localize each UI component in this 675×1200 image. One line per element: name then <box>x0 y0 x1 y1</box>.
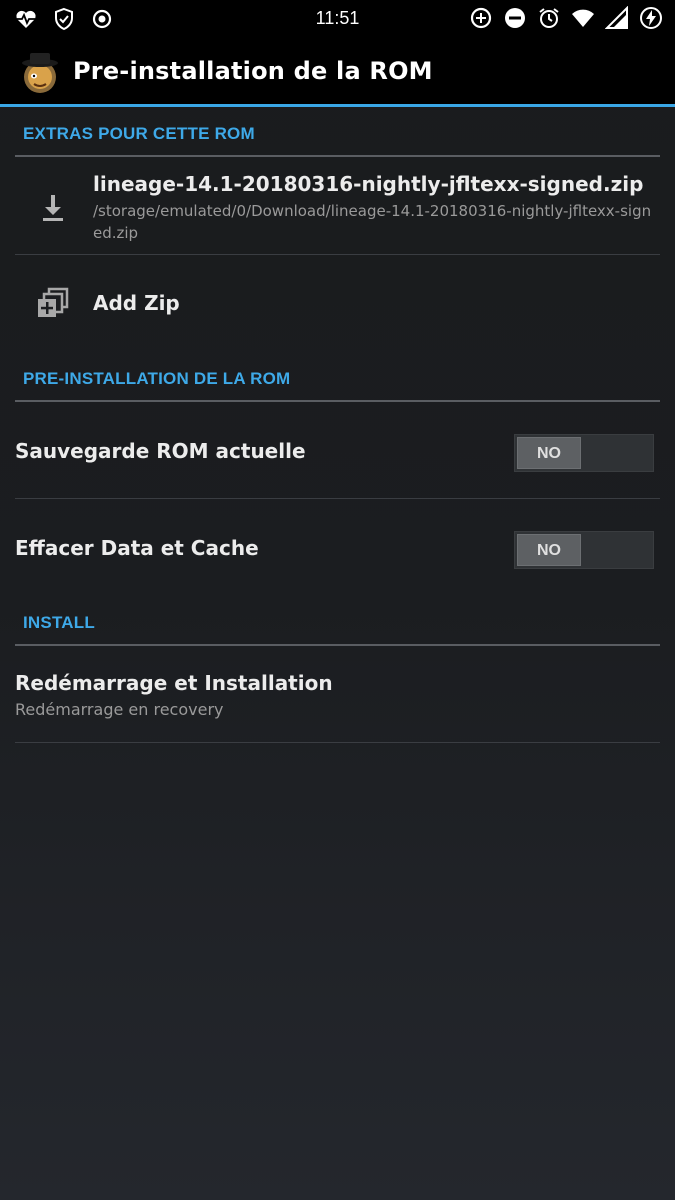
toggle-thumb: NO <box>517 437 581 469</box>
backup-rom-label: Sauvegarde ROM actuelle <box>15 439 306 463</box>
status-bar: 11:51 <box>0 0 675 38</box>
toggle-thumb: NO <box>517 534 581 566</box>
signal-icon <box>605 6 628 29</box>
wifi-icon <box>572 9 594 27</box>
section-title-install: INSTALL <box>23 613 95 632</box>
section-header-preinstall: PRE-INSTALLATION DE LA ROM <box>15 358 660 402</box>
zip-list-item[interactable]: lineage-14.1-20180316-nightly-jfltexx-si… <box>15 160 660 254</box>
toggle-state-text: NO <box>537 445 561 462</box>
download-icon <box>43 195 63 221</box>
divider <box>15 254 660 255</box>
battery-charging-icon <box>640 7 662 29</box>
backup-rom-toggle[interactable]: NO <box>514 434 654 472</box>
clockwork-app-logo <box>22 53 58 93</box>
screen: 11:51 Pre-installation de la ROM EXTRAS … <box>0 0 675 1200</box>
action-bar: Pre-installation de la ROM <box>0 38 675 107</box>
reboot-install-subtitle: Redémarrage en recovery <box>15 700 224 719</box>
add-zip-button[interactable]: Add Zip <box>15 256 660 348</box>
add-to-queue-icon <box>38 287 69 317</box>
divider <box>15 742 660 743</box>
wipe-data-label: Effacer Data et Cache <box>15 536 259 560</box>
section-title-extras: EXTRAS POUR CETTE ROM <box>23 124 255 143</box>
zip-file-path: /storage/emulated/0/Download/lineage-14.… <box>93 202 652 242</box>
section-title-preinstall: PRE-INSTALLATION DE LA ROM <box>23 369 291 388</box>
do-not-disturb-icon <box>505 8 525 28</box>
add-zip-label: Add Zip <box>93 291 180 315</box>
zip-file-name: lineage-14.1-20180316-nightly-jfltexx-si… <box>93 172 644 196</box>
page-title: Pre-installation de la ROM <box>73 57 433 85</box>
data-saver-icon <box>470 7 492 29</box>
wipe-data-toggle[interactable]: NO <box>514 531 654 569</box>
backup-rom-setting[interactable]: Sauvegarde ROM actuelle NO <box>15 402 660 498</box>
section-header-extras: EXTRAS POUR CETTE ROM <box>15 113 660 157</box>
section-header-install: INSTALL <box>15 602 660 646</box>
reboot-install-title: Redémarrage et Installation <box>15 671 333 695</box>
reboot-install-item[interactable]: Redémarrage et Installation Redémarrage … <box>15 660 660 742</box>
toggle-state-text: NO <box>537 542 561 559</box>
status-right-icons <box>469 6 663 30</box>
alarm-icon <box>539 8 559 28</box>
wipe-data-setting[interactable]: Effacer Data et Cache NO <box>15 499 660 595</box>
